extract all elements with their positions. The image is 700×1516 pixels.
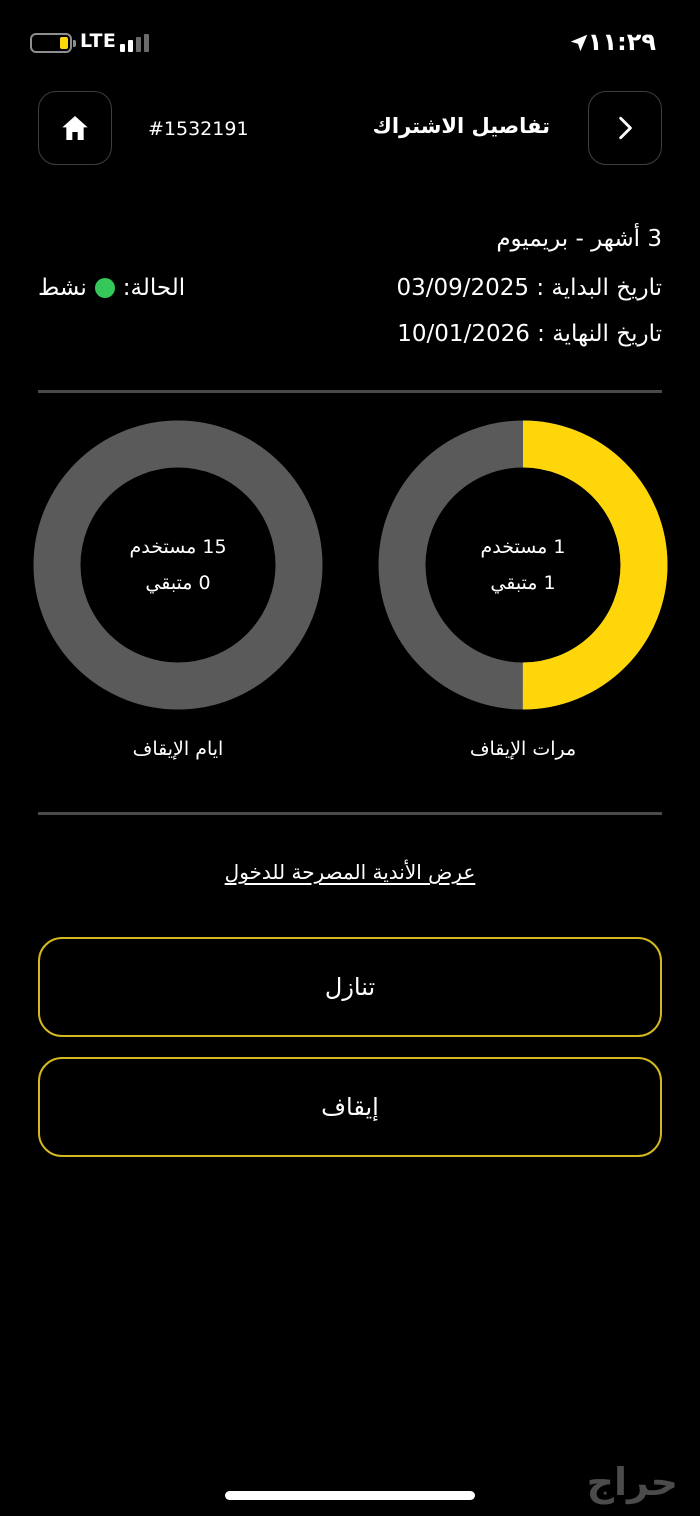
subscription-id: #1532191	[148, 118, 249, 140]
freeze-count-ring: 1 مستخدم 1 متبقي	[378, 420, 668, 710]
location-arrow-icon	[570, 34, 588, 52]
freeze-days-label: ايام الإيقاف	[132, 738, 224, 760]
page-title: تفاصيل الاشتراك	[372, 114, 550, 138]
status-label: الحالة:	[122, 275, 186, 301]
home-icon	[62, 116, 88, 140]
clock: ١١:٢٩	[587, 28, 656, 56]
home-indicator[interactable]	[225, 1491, 475, 1500]
allowed-clubs-link[interactable]: عرض الأندية المصرحة للدخول	[0, 860, 700, 884]
subscription-details-screen: LTE ١١:٢٩ #1532191 تفاصيل الاشتراك 3 أشه…	[0, 0, 700, 1516]
end-date: تاريخ النهاية : 10/01/2026	[397, 321, 662, 347]
signal-bars-icon	[120, 34, 152, 52]
freeze-days-used: 15 مستخدم	[129, 536, 227, 558]
chevron-right-icon	[619, 116, 632, 140]
battery-icon	[30, 33, 76, 53]
status-bar: LTE ١١:٢٩	[0, 26, 700, 62]
freeze-days-remaining: 0 متبقي	[145, 572, 211, 594]
plan-name: 3 أشهر - بريميوم	[496, 226, 662, 252]
divider-top	[38, 390, 662, 393]
status-value: نشط	[38, 275, 87, 301]
divider-bottom	[38, 812, 662, 815]
freeze-count-remaining: 1 متبقي	[490, 572, 556, 594]
transfer-button[interactable]: تنازل	[38, 937, 662, 1037]
status-dot-icon	[94, 278, 115, 298]
start-date: تاريخ البداية : 03/09/2025	[396, 275, 662, 301]
freeze-count-used: 1 مستخدم	[480, 536, 566, 558]
home-button[interactable]	[38, 91, 112, 165]
freeze-days-track	[33, 420, 323, 710]
haraj-watermark-logo: حراج	[586, 1460, 678, 1504]
freeze-count-label: مرات الإيقاف	[469, 738, 577, 760]
freeze-days-ring: 15 مستخدم 0 متبقي	[33, 420, 323, 710]
back-button[interactable]	[588, 91, 662, 165]
freeze-button[interactable]: إيقاف	[38, 1057, 662, 1157]
status-indicator: الحالة: نشط	[38, 275, 185, 301]
header: #1532191 تفاصيل الاشتراك	[0, 90, 700, 168]
network-type: LTE	[80, 30, 117, 52]
